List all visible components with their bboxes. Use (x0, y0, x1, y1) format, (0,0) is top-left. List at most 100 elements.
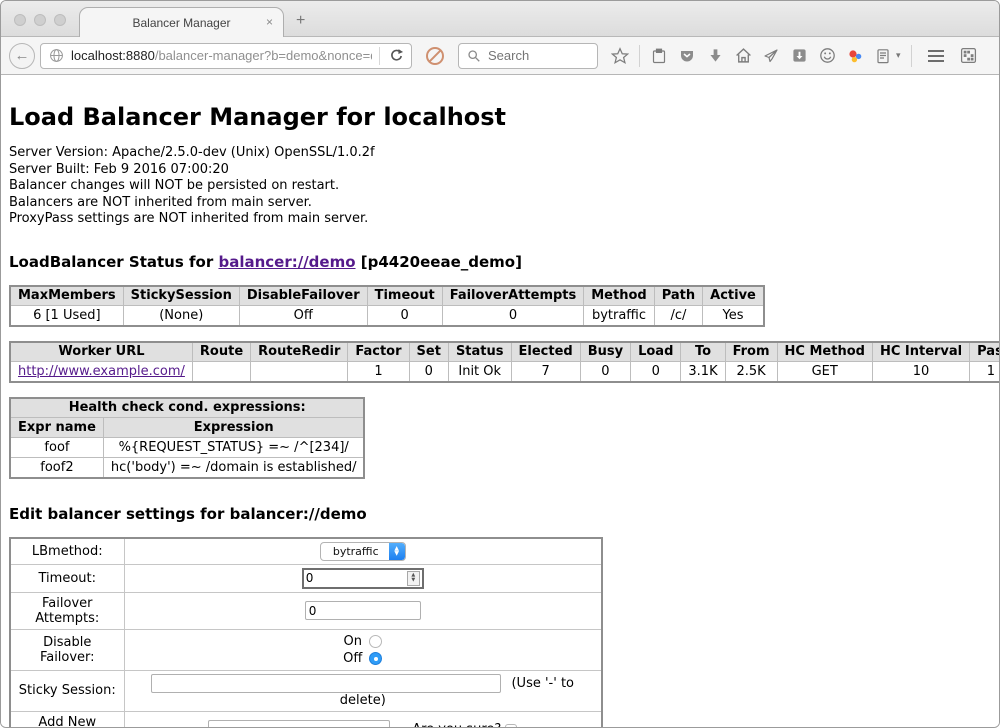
inherit-note-line: Balancers are NOT inherited from main se… (9, 195, 991, 212)
health-check-table: Health check cond. expressions: Expr nam… (9, 397, 365, 479)
table-header-row: Worker URL Route RouteRedir Factor Set S… (10, 342, 999, 362)
tab-close-icon[interactable]: × (266, 15, 273, 29)
navigation-toolbar: ← localhost:8880/balancer-manager?b=demo… (1, 37, 999, 75)
col-path: Path (654, 286, 702, 306)
table-header-row: MaxMembers StickySession DisableFailover… (10, 286, 764, 306)
col-stickysession: StickySession (123, 286, 239, 306)
table-row: foof %{REQUEST_STATUS} =~ /^[234]/ (10, 438, 364, 458)
url-host: localhost:8880 (71, 48, 155, 63)
timeout-input-wrap: ▲▼ (302, 568, 424, 589)
disable-failover-on-radio[interactable] (369, 635, 382, 648)
radio-on-label: On (344, 634, 362, 649)
page-title: Load Balancer Manager for localhost (9, 103, 991, 131)
edit-settings-form: LBmethod: bytraffic ▲▼ Timeout: ▲▼ (9, 537, 603, 728)
are-you-sure-checkbox[interactable] (505, 724, 517, 728)
pocket-icon[interactable] (678, 47, 696, 65)
bookmark-star-icon[interactable] (611, 47, 629, 65)
server-info: Server Version: Apache/2.5.0-dev (Unix) … (9, 145, 991, 228)
downloads-icon[interactable] (706, 47, 724, 65)
sticky-session-input[interactable] (151, 674, 501, 693)
toolbar-divider (911, 45, 912, 67)
smiley-chat-icon[interactable] (818, 47, 836, 65)
col-failoverattempts: FailoverAttempts (442, 286, 584, 306)
table-header-row: Expr name Expression (10, 418, 364, 438)
timeout-label: Timeout: (10, 564, 124, 592)
table-row: http://www.example.com/ 1 0 Init Ok 7 0 … (10, 362, 999, 382)
col-disablefailover: DisableFailover (239, 286, 367, 306)
menu-hamburger-icon[interactable] (928, 50, 944, 62)
col-active: Active (703, 286, 764, 306)
save-page-icon[interactable] (790, 47, 808, 65)
notes-clipboard-icon[interactable] (874, 47, 892, 65)
are-you-sure-label: Are you sure? (412, 722, 501, 728)
back-button[interactable]: ← (9, 43, 35, 69)
sticky-session-row: Sticky Session: (Use '-' to delete) (10, 670, 602, 711)
add-worker-label: Add New Worker: (10, 711, 124, 728)
col-worker-url: Worker URL (10, 342, 192, 362)
tab-balancer-manager[interactable]: Balancer Manager × (79, 7, 284, 37)
add-worker-row: Add New Worker: Are you sure? (10, 711, 602, 728)
clipboard-icon[interactable] (650, 47, 668, 65)
failover-attempts-label: Failover Attempts: (10, 592, 124, 629)
lbmethod-select[interactable]: bytraffic ▲▼ (320, 542, 406, 561)
add-worker-input[interactable] (208, 720, 390, 728)
health-check-title: Health check cond. expressions: (10, 398, 364, 418)
sticky-session-label: Sticky Session: (10, 670, 124, 711)
worker-table: Worker URL Route RouteRedir Factor Set S… (9, 341, 999, 383)
radio-off-label: Off (343, 651, 362, 666)
search-input[interactable] (488, 48, 588, 63)
col-expression: Expression (103, 418, 364, 438)
globe-icon (47, 47, 65, 65)
new-tab-button[interactable]: + (296, 12, 305, 30)
search-bar[interactable] (458, 43, 598, 69)
url-bar[interactable]: localhost:8880/balancer-manager?b=demo&n… (40, 43, 412, 69)
disable-failover-row: Disable Failover: On Off (10, 629, 602, 670)
page-content: Load Balancer Manager for localhost Serv… (1, 75, 999, 728)
proxypass-note-line: ProxyPass settings are NOT inherited fro… (9, 211, 991, 228)
table-row: 6 [1 Used] (None) Off 0 0 bytraffic /c/ … (10, 306, 764, 326)
select-stepper-icon: ▲▼ (389, 543, 405, 560)
persist-note-line: Balancer changes will NOT be persisted o… (9, 178, 991, 195)
disable-failover-off-radio[interactable] (369, 652, 382, 665)
zoom-window-button[interactable] (54, 14, 66, 26)
grid-extension-icon[interactable] (960, 47, 978, 65)
reload-icon[interactable] (387, 47, 405, 65)
url-path: /balancer-manager?b=demo&nonce=decc37be-… (155, 48, 372, 63)
timeout-input[interactable] (306, 571, 407, 585)
timeout-row: Timeout: ▲▼ (10, 564, 602, 592)
loadbalancer-status-heading: LoadBalancer Status for balancer://demo … (9, 253, 991, 271)
col-expr-name: Expr name (10, 418, 103, 438)
col-maxmembers: MaxMembers (10, 286, 123, 306)
home-icon[interactable] (734, 47, 752, 65)
server-built-line: Server Built: Feb 9 2016 07:00:20 (9, 162, 991, 179)
server-version-line: Server Version: Apache/2.5.0-dev (Unix) … (9, 145, 991, 162)
col-timeout: Timeout (367, 286, 442, 306)
lbmethod-row: LBmethod: bytraffic ▲▼ (10, 538, 602, 565)
balancer-summary-table: MaxMembers StickySession DisableFailover… (9, 285, 765, 327)
close-window-button[interactable] (14, 14, 26, 26)
minimize-window-button[interactable] (34, 14, 46, 26)
failover-attempts-input[interactable] (305, 601, 421, 620)
number-spinner-icon[interactable]: ▲▼ (407, 571, 420, 586)
url-divider (379, 47, 380, 65)
title-bar: Balancer Manager × + (1, 1, 999, 37)
blocked-content-icon[interactable] (426, 47, 444, 65)
toolbar-divider (639, 45, 640, 67)
col-method: Method (584, 286, 654, 306)
color-dots-extension-icon[interactable] (846, 47, 864, 65)
balancer-demo-link[interactable]: balancer://demo (218, 253, 355, 271)
lbmethod-label: LBmethod: (10, 538, 124, 565)
status-heading-prefix: LoadBalancer Status for (9, 253, 218, 271)
status-heading-suffix: [p4420eeae_demo] (356, 253, 522, 271)
url-text: localhost:8880/balancer-manager?b=demo&n… (71, 48, 372, 63)
search-icon (465, 47, 483, 65)
worker-url-link[interactable]: http://www.example.com/ (18, 364, 185, 379)
edit-settings-heading: Edit balancer settings for balancer://de… (9, 505, 991, 523)
table-title-row: Health check cond. expressions: (10, 398, 364, 418)
failover-attempts-row: Failover Attempts: (10, 592, 602, 629)
send-plane-icon[interactable] (762, 47, 780, 65)
chevron-down-icon[interactable]: ▾ (896, 50, 901, 61)
browser-window: Balancer Manager × + ← localhost:8880/ba… (0, 0, 1000, 728)
tab-title: Balancer Manager (132, 16, 230, 30)
toolbar-icons: ▾ (611, 45, 991, 67)
